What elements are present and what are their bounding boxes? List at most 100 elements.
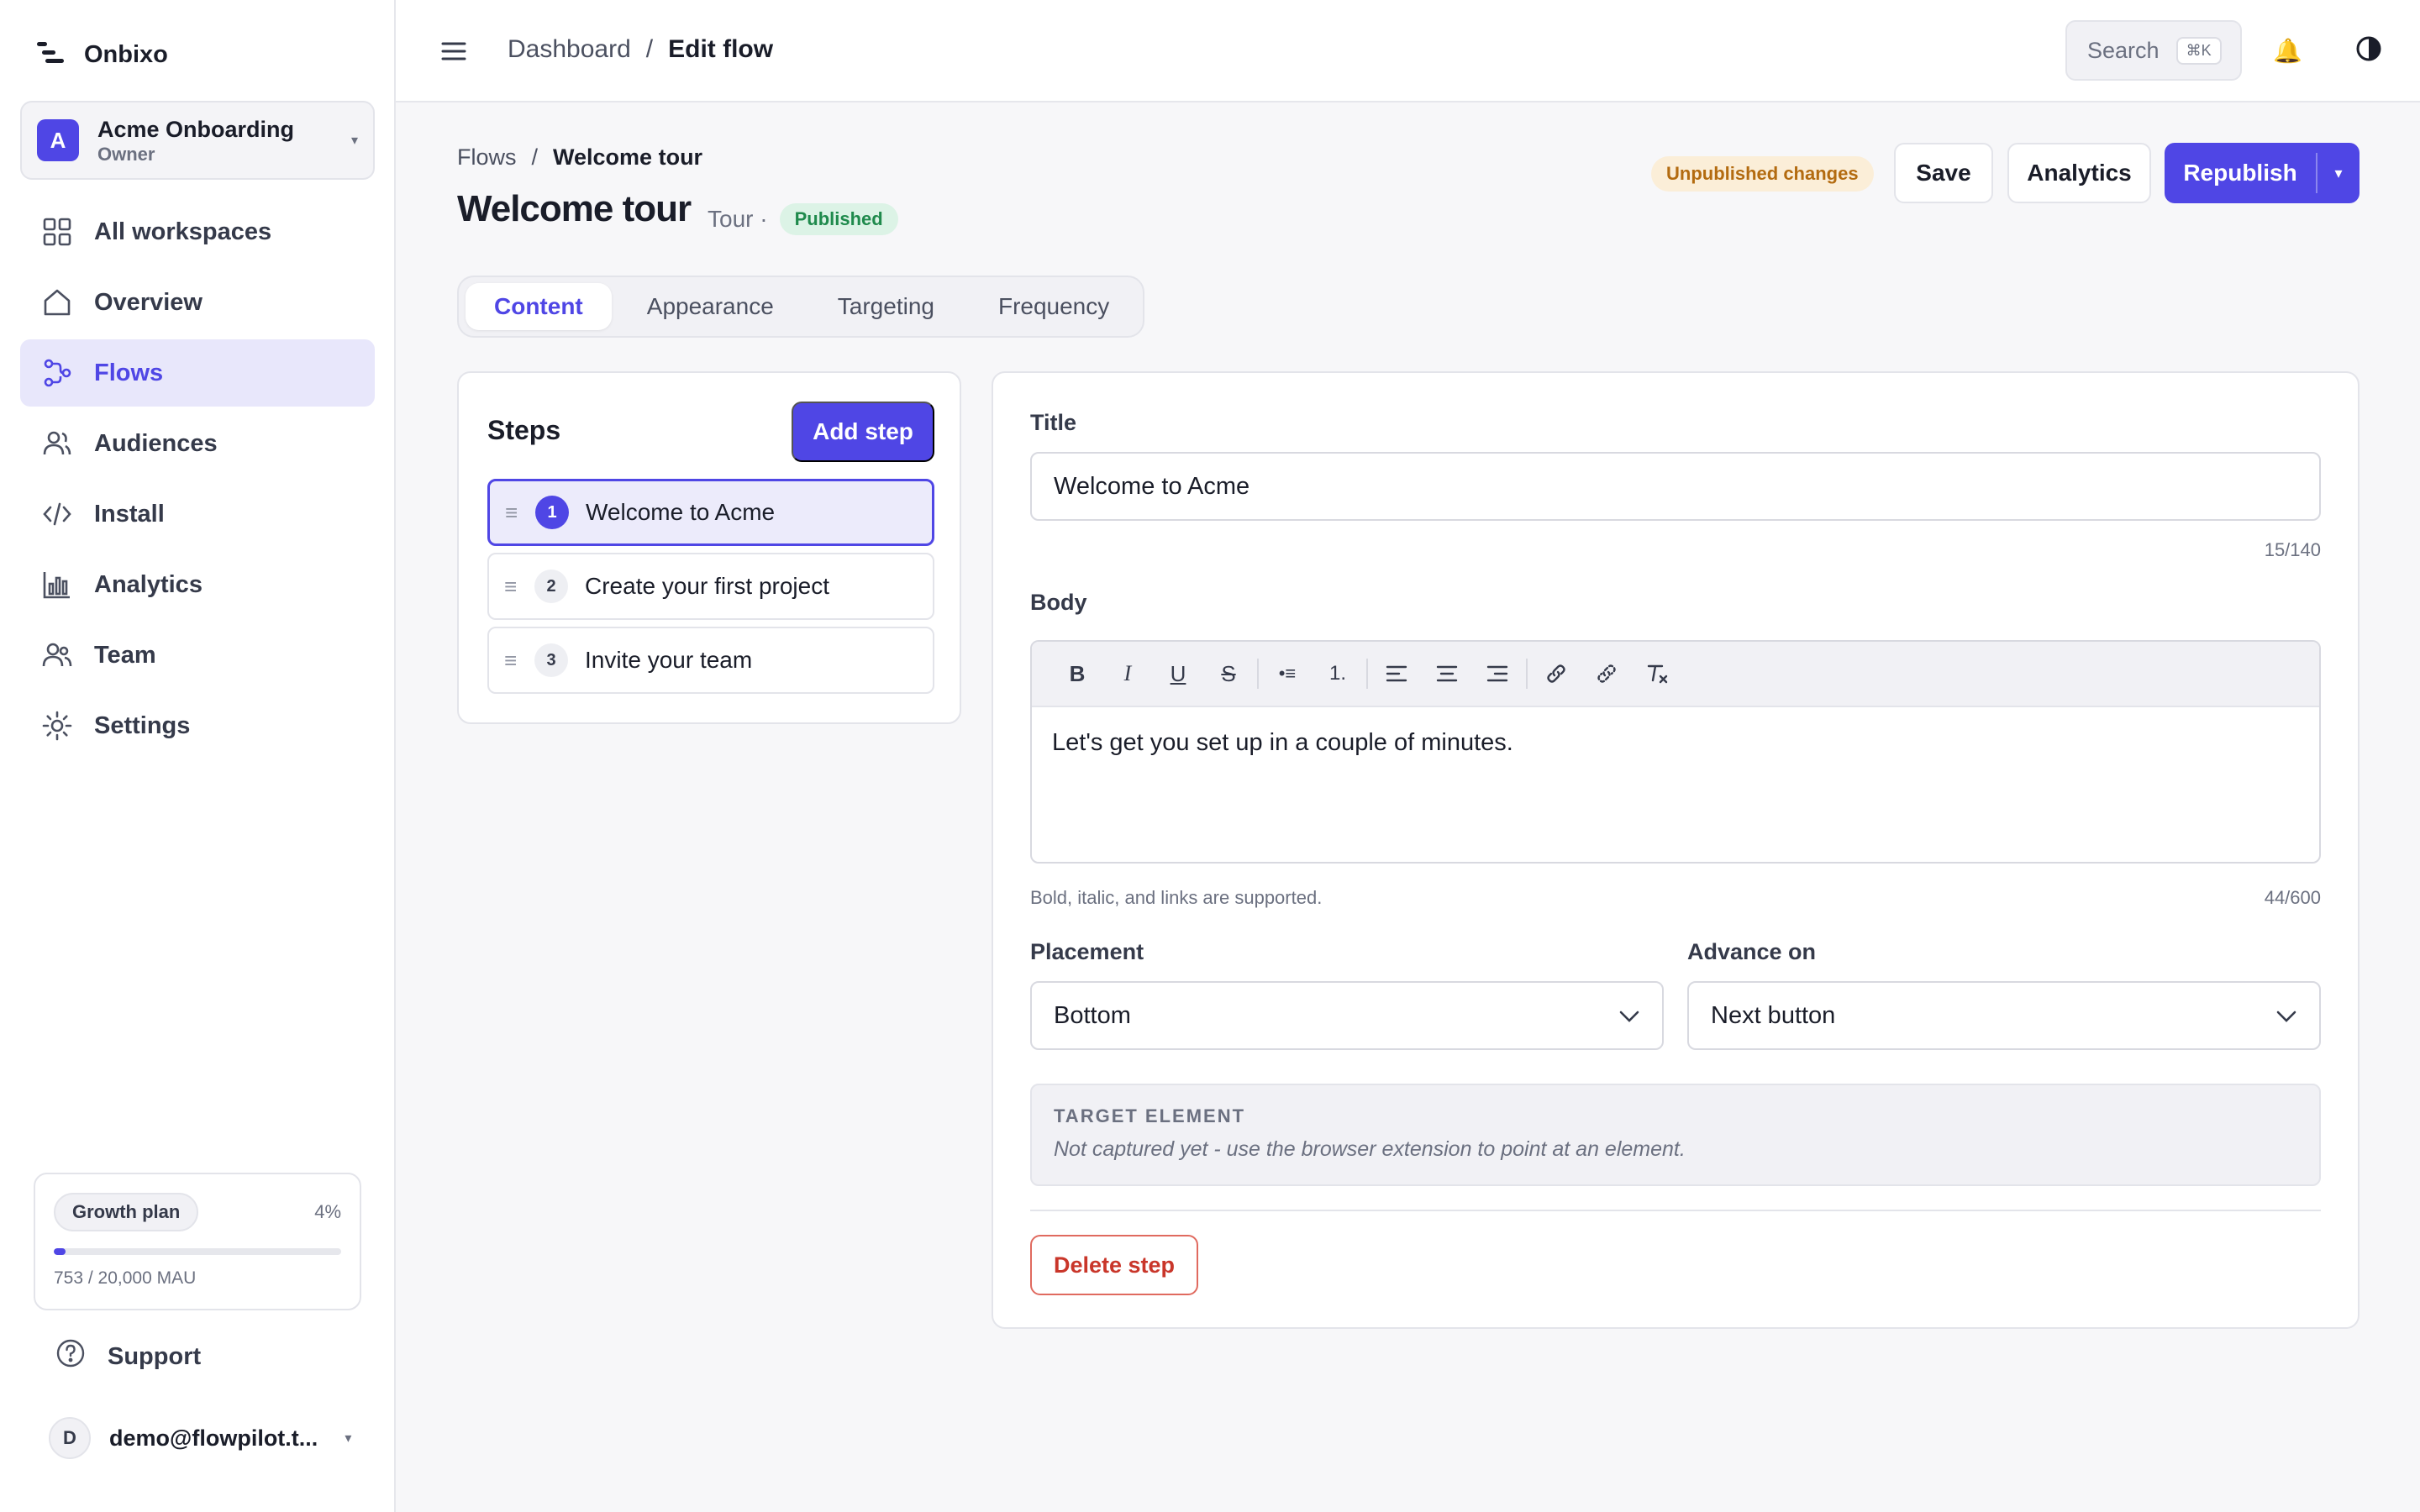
bold-icon[interactable]: B — [1052, 653, 1102, 695]
sidebar-item-settings[interactable]: Settings — [20, 692, 375, 759]
drag-handle-icon[interactable]: ≡ — [504, 648, 534, 674]
workspace-name: Acme Onboarding — [97, 117, 295, 142]
toolbar-divider — [1257, 659, 1259, 689]
sidebar-item-install[interactable]: Install — [20, 480, 375, 548]
tab-appearance[interactable]: Appearance — [618, 283, 802, 330]
breadcrumb-current: Welcome tour — [553, 144, 703, 170]
flows-icon — [40, 356, 74, 390]
sidebar-item-label: Flows — [94, 359, 164, 386]
sidebar-item-audiences[interactable]: Audiences — [20, 410, 375, 477]
search-shortcut: ⌘K — [2175, 36, 2222, 65]
sidebar-nav: All workspaces Overview Flows Audiences … — [20, 198, 375, 763]
placement-value: Bottom — [1054, 1001, 1131, 1029]
body-text[interactable]: Let's get you set up in a couple of minu… — [1032, 707, 2319, 779]
tab-targeting[interactable]: Targeting — [809, 283, 963, 330]
workspace-avatar: A — [37, 119, 79, 161]
republish-label[interactable]: Republish — [2165, 160, 2316, 186]
tab-content[interactable]: Content — [466, 283, 612, 330]
numbered-list-icon[interactable]: 1. — [1313, 653, 1363, 695]
italic-icon[interactable]: I — [1102, 653, 1153, 695]
body-help-text: Bold, italic, and links are supported. — [1030, 887, 1323, 908]
sidebar-item-label: Install — [94, 500, 165, 528]
align-right-icon[interactable] — [1472, 653, 1523, 695]
search-button[interactable]: Search ⌘K — [2065, 20, 2242, 81]
page-breadcrumb: Flows / Welcome tour — [457, 144, 702, 171]
target-element-description: Not captured yet - use the browser exten… — [1054, 1137, 1686, 1161]
advance-label: Advance on — [1687, 939, 1817, 964]
sidebar-item-team[interactable]: Team — [20, 622, 375, 689]
drag-handle-icon[interactable]: ≡ — [505, 500, 535, 526]
step-number: 2 — [534, 570, 568, 603]
advance-select[interactable]: Next button — [1687, 981, 2321, 1050]
plan-usage-card[interactable]: Growth plan 4% 753 / 20,000 MAU — [34, 1173, 361, 1310]
support-link[interactable]: Support — [55, 1336, 201, 1378]
sidebar-item-all-workspaces[interactable]: All workspaces — [20, 198, 375, 265]
user-menu[interactable]: D demo@flowpilot.t... ▾ — [49, 1415, 351, 1462]
clear-formatting-icon[interactable] — [1632, 653, 1682, 695]
breadcrumb-dashboard[interactable]: Dashboard — [508, 35, 631, 64]
republish-button[interactable]: Republish ▾ — [2165, 143, 2360, 203]
unpublished-badge: Unpublished changes — [1651, 156, 1874, 192]
chevron-down-icon[interactable]: ▾ — [2317, 165, 2360, 182]
editor-tabs: Content Appearance Targeting Frequency — [457, 276, 1144, 338]
save-button[interactable]: Save — [1894, 143, 1993, 203]
body-editor[interactable]: B I U S •≡ 1. Let's get you set up in a … — [1030, 640, 2321, 864]
sidebar-item-analytics[interactable]: Analytics — [20, 551, 375, 618]
workspace-role: Owner — [97, 144, 155, 165]
step-item[interactable]: ≡ 2 Create your first project — [487, 553, 934, 620]
breadcrumb-current: Edit flow — [668, 35, 774, 63]
step-item[interactable]: ≡ 1 Welcome to Acme — [487, 479, 934, 546]
bell-icon[interactable]: 🔔 — [2273, 37, 2302, 65]
title-label: Title — [1030, 410, 1077, 435]
target-element-box: TARGET ELEMENT Not captured yet - use th… — [1030, 1084, 2321, 1186]
brand[interactable]: Onbixo — [37, 37, 168, 72]
underline-icon[interactable]: U — [1153, 653, 1203, 695]
breadcrumb-separator: / — [531, 144, 539, 170]
add-step-button[interactable]: Add step — [792, 402, 934, 462]
link-icon[interactable] — [1531, 653, 1581, 695]
chevron-down-icon — [1618, 1002, 1640, 1030]
plan-badge: Growth plan — [54, 1193, 199, 1231]
delete-step-button[interactable]: Delete step — [1030, 1235, 1198, 1295]
user-email: demo@flowpilot.t... — [109, 1425, 318, 1451]
grid-icon — [40, 215, 74, 249]
breadcrumb-separator: / — [645, 35, 654, 63]
drag-handle-icon[interactable]: ≡ — [504, 574, 534, 600]
align-left-icon[interactable] — [1371, 653, 1422, 695]
steps-panel: Steps Add step ≡ 1 Welcome to Acme ≡ 2 C… — [457, 371, 961, 724]
flow-type: Tour · — [708, 206, 768, 232]
step-item[interactable]: ≡ 3 Invite your team — [487, 627, 934, 694]
step-number: 1 — [535, 496, 569, 529]
home-icon — [40, 286, 74, 319]
strikethrough-icon[interactable]: S — [1203, 653, 1254, 695]
analytics-button[interactable]: Analytics — [2007, 143, 2151, 203]
placement-select[interactable]: Bottom — [1030, 981, 1664, 1050]
unlink-icon[interactable] — [1581, 653, 1632, 695]
onbixo-logo-icon — [37, 40, 66, 70]
align-center-icon[interactable] — [1422, 653, 1472, 695]
bar-chart-icon — [40, 568, 74, 601]
chevron-down-icon: ▾ — [350, 134, 358, 148]
sidebar-item-overview[interactable]: Overview — [20, 269, 375, 336]
breadcrumb-flows[interactable]: Flows — [457, 144, 517, 171]
page-title: Welcome tour — [457, 188, 692, 229]
help-circle-icon — [55, 1338, 86, 1375]
advance-value: Next button — [1711, 1001, 1836, 1029]
title-input[interactable]: Welcome to Acme — [1030, 452, 2321, 521]
body-counter: 44/600 — [2264, 887, 2321, 908]
support-label: Support — [108, 1342, 202, 1370]
theme-toggle-icon[interactable] — [2354, 34, 2384, 68]
status-badge: Published — [779, 203, 898, 235]
workspace-switcher[interactable]: A Acme Onboarding Owner ▾ — [20, 101, 375, 180]
tab-frequency[interactable]: Frequency — [970, 283, 1138, 330]
breadcrumb: Dashboard / Edit flow — [508, 35, 773, 64]
sidebar-item-flows[interactable]: Flows — [20, 339, 375, 407]
top-bar: Dashboard / Edit flow Search ⌘K 🔔 — [396, 0, 2420, 102]
step-number: 3 — [534, 643, 568, 677]
bullet-list-icon[interactable]: •≡ — [1262, 653, 1313, 695]
plan-mau: 753 / 20,000 MAU — [54, 1268, 197, 1288]
step-label: Invite your team — [585, 647, 753, 673]
sidebar-item-label: Audiences — [94, 429, 218, 457]
sidebar: Onbixo A Acme Onboarding Owner ▾ All wor… — [0, 0, 396, 1512]
menu-icon[interactable] — [439, 37, 468, 70]
